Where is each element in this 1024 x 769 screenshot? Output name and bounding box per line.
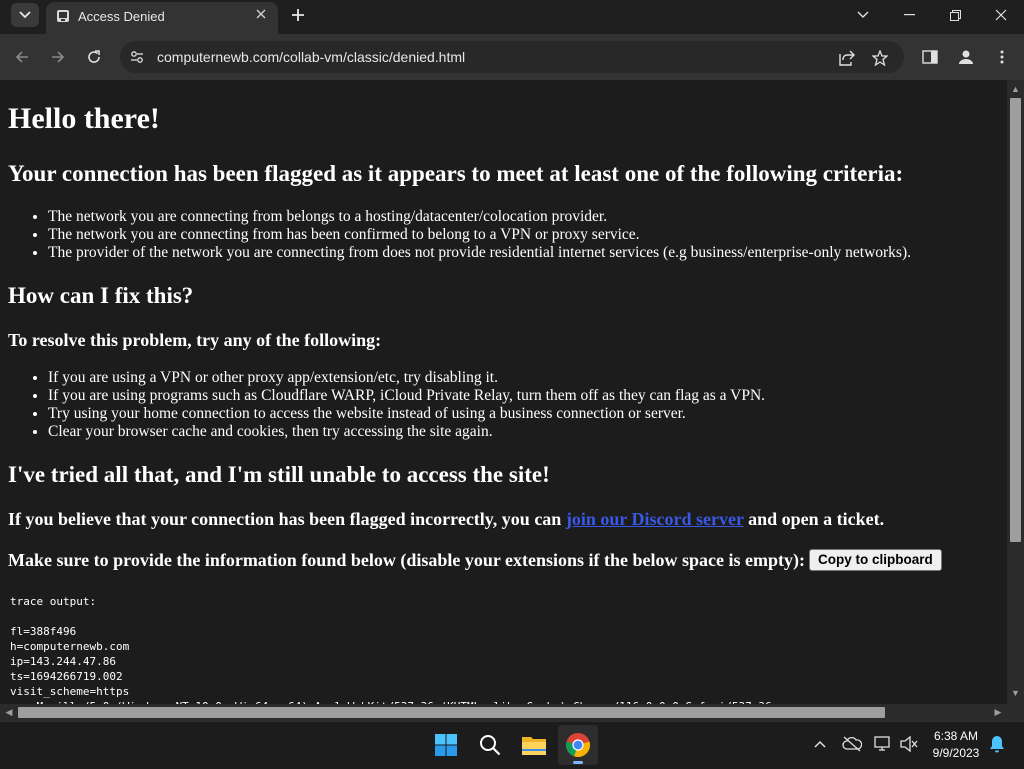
arrow-right-icon <box>52 51 65 63</box>
menu-button[interactable] <box>991 46 1013 68</box>
restore-icon <box>949 9 961 21</box>
search-icon <box>480 735 501 756</box>
flagged-paragraph: If you believe that your connection has … <box>8 509 884 530</box>
url-text[interactable]: computernewb.com/collab-vm/classic/denie… <box>157 49 465 65</box>
chevron-up-icon <box>814 740 826 748</box>
browser-toolbar: computernewb.com/collab-vm/classic/denie… <box>0 34 1024 80</box>
list-item: The provider of the network you are conn… <box>48 244 911 262</box>
vertical-scrollbar[interactable]: ▲ ▼ <box>1007 80 1024 704</box>
system-clock[interactable]: 6:38 AM 9/9/2023 <box>924 728 988 762</box>
minimize-button[interactable] <box>886 0 932 30</box>
list-item: Clear your browser cache and cookies, th… <box>48 423 765 441</box>
back-button[interactable] <box>8 43 36 71</box>
start-icon <box>435 734 457 756</box>
fix-heading: How can I fix this? <box>8 283 194 308</box>
new-tab-button[interactable] <box>284 2 312 28</box>
reload-icon <box>88 50 100 63</box>
show-hidden-icons-button[interactable] <box>808 732 832 756</box>
tab-list-button[interactable] <box>840 0 886 30</box>
cloud-offline-icon <box>842 736 862 752</box>
criteria-heading: Your connection has been flagged as it a… <box>8 161 904 186</box>
page-viewport: Hello there! Your connection has been fl… <box>0 80 1007 704</box>
provide-paragraph: Make sure to provide the information fou… <box>8 548 942 573</box>
provide-text: Make sure to provide the information fou… <box>8 550 806 570</box>
page-title: Hello there! <box>8 102 160 135</box>
arrow-left-icon <box>15 51 28 63</box>
forward-button[interactable] <box>44 43 72 71</box>
vertical-scroll-thumb[interactable] <box>1010 98 1021 542</box>
site-settings-icon <box>131 51 143 63</box>
list-item: Try using your home connection to access… <box>48 405 765 423</box>
bell-icon <box>990 736 1004 753</box>
site-favicon-icon <box>57 10 69 22</box>
file-explorer-button[interactable] <box>514 725 554 765</box>
chrome-taskbar-button[interactable] <box>558 725 598 765</box>
plus-icon <box>292 9 304 21</box>
clock-date: 9/9/2023 <box>932 746 980 760</box>
more-vert-icon <box>1000 50 1004 64</box>
reload-button[interactable] <box>80 43 108 71</box>
list-item: The network you are connecting from has … <box>48 226 911 244</box>
star-icon <box>872 50 888 66</box>
volume-tray-button[interactable] <box>897 732 921 756</box>
flagged-suffix: and open a ticket. <box>743 509 885 529</box>
discord-link[interactable]: join our Discord server <box>566 509 744 529</box>
scroll-left-icon[interactable]: ◀ <box>2 704 16 721</box>
tab-access-denied[interactable]: Access Denied <box>46 2 278 34</box>
restore-button[interactable] <box>932 0 978 30</box>
tab-title: Access Denied <box>78 9 165 24</box>
share-icon <box>839 50 855 66</box>
minimize-icon <box>903 14 915 16</box>
scroll-up-icon[interactable]: ▲ <box>1007 82 1024 96</box>
active-indicator <box>573 761 583 764</box>
speaker-muted-icon <box>900 736 918 752</box>
list-item: If you are using programs such as Cloudf… <box>48 387 765 405</box>
chrome-icon <box>566 733 591 757</box>
start-button[interactable] <box>426 725 466 765</box>
scrollbar-corner <box>1007 704 1024 721</box>
search-button[interactable] <box>470 725 510 765</box>
list-item: The network you are connecting from belo… <box>48 208 911 226</box>
chevron-down-icon <box>857 11 869 18</box>
profile-button[interactable] <box>955 46 977 68</box>
address-bar[interactable]: computernewb.com/collab-vm/classic/denie… <box>120 41 904 73</box>
copy-to-clipboard-button[interactable]: Copy to clipboard <box>809 548 942 571</box>
file-explorer-icon <box>522 737 546 755</box>
taskbar: 6:38 AM 9/9/2023 <box>0 721 1024 769</box>
scroll-right-icon[interactable]: ▶ <box>991 704 1005 721</box>
onedrive-tray-button[interactable] <box>840 732 864 756</box>
notifications-button[interactable] <box>985 732 1009 756</box>
still-unable-heading: I've tried all that, and I'm still unabl… <box>8 462 550 487</box>
list-item: If you are using a VPN or other proxy ap… <box>48 369 765 387</box>
fixes-list: If you are using a VPN or other proxy ap… <box>8 369 765 441</box>
close-icon <box>256 9 266 19</box>
close-tab-button[interactable] <box>252 6 270 24</box>
network-icon <box>874 736 890 751</box>
close-window-button[interactable] <box>978 0 1024 30</box>
horizontal-scroll-thumb[interactable] <box>18 707 885 718</box>
clock-time: 6:38 AM <box>933 729 979 743</box>
chevron-down-icon <box>19 11 31 19</box>
title-bar: Access Denied <box>0 0 1024 34</box>
network-tray-button[interactable] <box>871 732 895 756</box>
criteria-list: The network you are connecting from belo… <box>8 208 911 262</box>
side-panel-icon <box>922 50 938 64</box>
flagged-prefix: If you believe that your connection has … <box>8 509 566 529</box>
side-panel-button[interactable] <box>919 46 941 68</box>
share-button[interactable] <box>836 47 858 69</box>
tab-search-button[interactable] <box>11 3 39 27</box>
horizontal-scrollbar[interactable]: ◀ ▶ <box>0 704 1007 721</box>
close-icon <box>995 9 1007 21</box>
profile-icon <box>959 50 973 64</box>
trace-output: trace output: fl=388f496 h=computernewb.… <box>10 595 772 704</box>
scroll-down-icon[interactable]: ▼ <box>1007 686 1024 700</box>
bookmark-button[interactable] <box>869 47 891 69</box>
resolve-heading: To resolve this problem, try any of the … <box>8 330 382 350</box>
